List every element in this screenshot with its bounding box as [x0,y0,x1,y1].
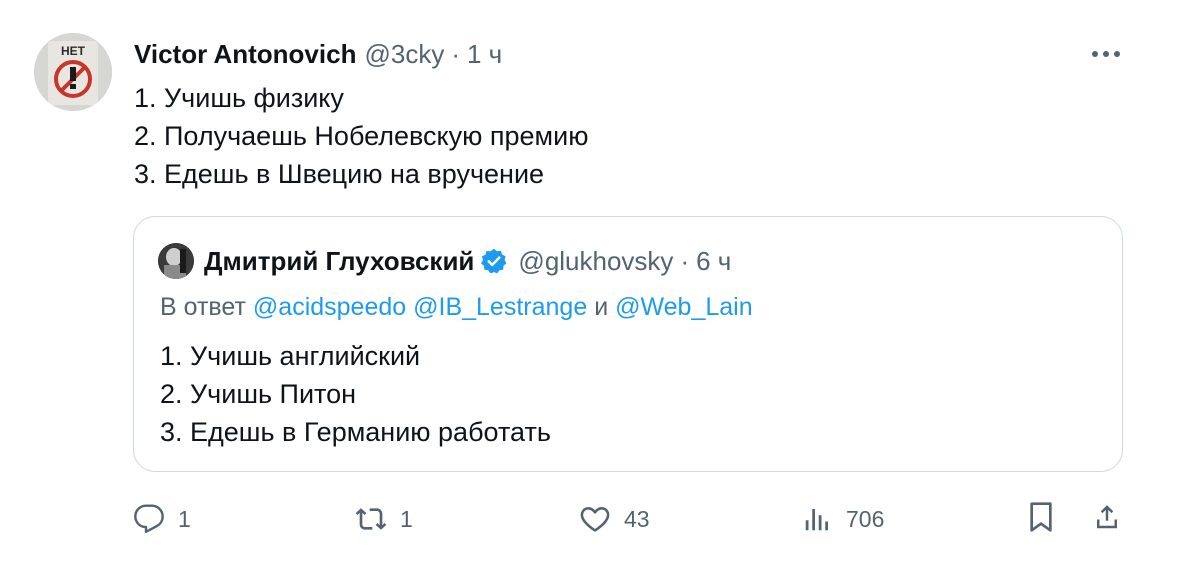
views-button[interactable]: 706 [800,500,884,538]
avatar-label: НЕТ [61,44,86,58]
like-count: 43 [624,505,650,532]
reply-count: 1 [178,505,191,532]
tweet-line-1: 1. Учишь физику [134,83,344,113]
author-name[interactable]: Victor Antonovich [134,39,356,70]
quoted-tweet-header: Дмитрий Глуховский @glukhovsky · 6 ч [158,243,731,279]
reply-mention-web-lain[interactable]: @Web_Lain [615,293,753,321]
tweet-time[interactable]: 1 ч [467,39,502,70]
views-count: 706 [846,505,885,532]
retweet-icon [354,502,388,536]
author-avatar[interactable]: НЕТ [34,33,112,111]
quoted-line-2: 2. Учишь Питон [160,379,357,409]
separator-dot: · [451,38,460,69]
quoted-author-avatar[interactable] [158,243,194,279]
quoted-line-1: 1. Учишь английский [160,341,421,371]
bookmark-button[interactable] [1022,500,1060,538]
quoted-author-handle[interactable]: @glukhovsky [518,246,673,277]
share-button[interactable] [1088,500,1126,538]
quoted-author-name[interactable]: Дмитрий Глуховский [204,246,474,277]
reply-icon [132,502,166,536]
tweet-line-3: 3. Едешь в Швецию на вручение [134,159,545,189]
reply-mention-acidspeedo[interactable]: @acidspeedo [253,293,406,321]
reply-button[interactable]: 1 [132,500,191,538]
quoted-tweet-time[interactable]: 6 ч [696,246,731,277]
quoted-tweet[interactable]: Дмитрий Глуховский @glukhovsky · 6 ч В о… [133,216,1123,472]
verified-badge-icon [480,247,508,275]
retweet-count: 1 [400,505,413,532]
author-handle[interactable]: @3cky [364,39,444,70]
like-button[interactable]: 43 [578,500,650,538]
tweet-text: 1. Учишь физику 2. Получаешь Нобелевскую… [134,79,588,193]
tweet: НЕТ Victor Antonovich @3cky · 1 ч 1. Учи… [0,0,1200,570]
quoted-separator-dot: · [680,245,690,276]
more-horizontal-icon[interactable] [1086,42,1126,66]
bookmark-icon [1027,501,1055,538]
reply-prefix: В ответ [160,293,246,321]
quoted-line-3: 3. Едешь в Германию работать [160,417,551,447]
tweet-line-2: 2. Получаешь Нобелевскую премию [134,121,589,151]
reply-to-line: В ответ @acidspeedo @IB_Lestrange и @Web… [160,293,753,322]
reply-mention-ib-lestrange[interactable]: @IB_Lestrange [413,293,587,321]
reply-and: и [594,293,609,321]
share-icon [1092,501,1122,538]
heart-icon [578,502,612,536]
tweet-header: Victor Antonovich @3cky · 1 ч [134,36,502,72]
quoted-tweet-text: 1. Учишь английский 2. Учишь Питон 3. Ед… [160,337,551,451]
views-icon [800,502,834,536]
retweet-button[interactable]: 1 [354,500,413,538]
